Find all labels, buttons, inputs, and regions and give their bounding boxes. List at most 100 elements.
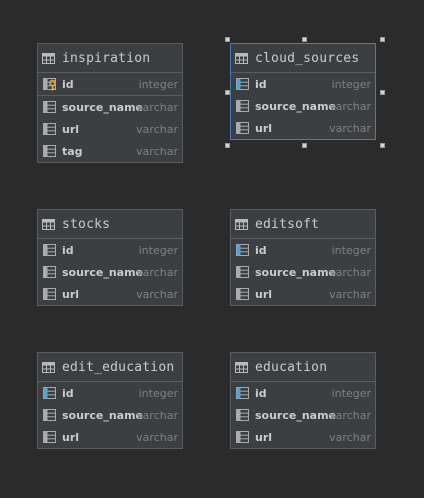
table-editsoft[interactable]: editsoft id integer source_name varchar …: [230, 209, 376, 306]
column-type: varchar: [329, 408, 371, 422]
column-icon: [43, 409, 56, 421]
column-type: varchar: [329, 121, 371, 135]
column-name: source_name: [62, 408, 144, 422]
column-name: id: [62, 77, 74, 91]
table-header[interactable]: edit_education: [38, 353, 182, 382]
column-name: url: [62, 430, 80, 444]
column-row[interactable]: url varchar: [38, 118, 182, 140]
column-name: url: [255, 430, 273, 444]
column-row[interactable]: id integer: [38, 239, 182, 261]
column-row[interactable]: url varchar: [38, 426, 182, 448]
table-cloud-sources[interactable]: cloud_sources id integer source_name var…: [230, 43, 376, 140]
table-title: cloud_sources: [255, 50, 360, 66]
table-header[interactable]: cloud_sources: [231, 44, 375, 73]
id-column-icon: [43, 387, 56, 399]
column-row[interactable]: id integer: [231, 239, 375, 261]
column-type: integer: [331, 77, 371, 91]
column-row[interactable]: source_name varchar: [38, 96, 182, 118]
column-row[interactable]: source_name varchar: [231, 95, 375, 117]
column-type: varchar: [136, 144, 178, 158]
column-icon: [236, 266, 249, 278]
table-edit-education[interactable]: edit_education id integer source_name va…: [37, 352, 183, 449]
selection-handle-bottom-right[interactable]: [380, 143, 385, 148]
table-icon: [235, 218, 248, 230]
selection-handle-top-left[interactable]: [225, 37, 230, 42]
selection-handle-bottom-left[interactable]: [225, 143, 230, 148]
column-icon: [43, 266, 56, 278]
column-row[interactable]: url varchar: [231, 426, 375, 448]
column-type: varchar: [136, 430, 178, 444]
column-row[interactable]: id integer: [38, 73, 182, 96]
column-row[interactable]: id integer: [38, 382, 182, 404]
table-stocks[interactable]: stocks id integer source_name varchar ur…: [37, 209, 183, 306]
column-type: integer: [138, 386, 178, 400]
column-name: id: [62, 243, 74, 257]
column-icon: [43, 431, 56, 443]
column-name: id: [62, 386, 74, 400]
table-header[interactable]: stocks: [38, 210, 182, 239]
column-type: integer: [331, 243, 371, 257]
column-row[interactable]: url varchar: [231, 283, 375, 305]
column-icon: [43, 244, 56, 256]
table-icon: [42, 361, 55, 373]
table-header[interactable]: education: [231, 353, 375, 382]
selection-handle-middle-right[interactable]: [380, 90, 385, 95]
column-name: source_name: [62, 265, 144, 279]
column-name: id: [255, 243, 267, 257]
column-name: tag: [62, 144, 83, 158]
table-title: editsoft: [255, 216, 320, 232]
selection-handle-bottom-middle[interactable]: [302, 143, 307, 148]
column-name: source_name: [255, 265, 337, 279]
column-type: varchar: [136, 265, 178, 279]
column-row[interactable]: source_name varchar: [38, 404, 182, 426]
column-icon: [236, 288, 249, 300]
column-row[interactable]: source_name varchar: [38, 261, 182, 283]
table-header[interactable]: editsoft: [231, 210, 375, 239]
selection-handle-top-middle[interactable]: [302, 37, 307, 42]
column-type: integer: [331, 386, 371, 400]
column-name: url: [62, 287, 80, 301]
table-icon: [42, 52, 55, 64]
column-icon: [236, 122, 249, 134]
column-icon: [236, 431, 249, 443]
column-type: varchar: [329, 430, 371, 444]
id-column-icon: [236, 78, 249, 90]
column-type: varchar: [329, 287, 371, 301]
column-type: integer: [138, 243, 178, 257]
column-icon: [43, 101, 56, 113]
table-icon: [235, 361, 248, 373]
column-name: source_name: [255, 99, 337, 113]
table-inspiration[interactable]: inspiration id integer source_name varch…: [37, 43, 183, 163]
column-icon: [43, 145, 56, 157]
column-row[interactable]: id integer: [231, 73, 375, 95]
column-name: url: [62, 122, 80, 136]
column-icon: [43, 288, 56, 300]
table-title: education: [255, 359, 328, 375]
table-title: stocks: [62, 216, 111, 232]
column-icon: [236, 100, 249, 112]
table-icon: [235, 52, 248, 64]
id-column-icon: [236, 244, 249, 256]
column-type: varchar: [136, 122, 178, 136]
table-title: edit_education: [62, 359, 175, 375]
table-header[interactable]: inspiration: [38, 44, 182, 73]
column-row[interactable]: id integer: [231, 382, 375, 404]
table-icon: [42, 218, 55, 230]
column-row[interactable]: source_name varchar: [231, 404, 375, 426]
column-name: source_name: [62, 100, 144, 114]
column-type: varchar: [329, 265, 371, 279]
column-row[interactable]: tag varchar: [38, 140, 182, 162]
selection-handle-top-right[interactable]: [380, 37, 385, 42]
table-education[interactable]: education id integer source_name varchar…: [230, 352, 376, 449]
column-type: varchar: [136, 100, 178, 114]
column-row[interactable]: url varchar: [231, 117, 375, 139]
column-name: id: [255, 77, 267, 91]
column-type: varchar: [329, 99, 371, 113]
column-row[interactable]: source_name varchar: [231, 261, 375, 283]
table-title: inspiration: [62, 50, 151, 66]
column-icon: [43, 123, 56, 135]
column-row[interactable]: url varchar: [38, 283, 182, 305]
primary-key-column-icon: [43, 78, 56, 91]
column-name: source_name: [255, 408, 337, 422]
column-name: url: [255, 121, 273, 135]
